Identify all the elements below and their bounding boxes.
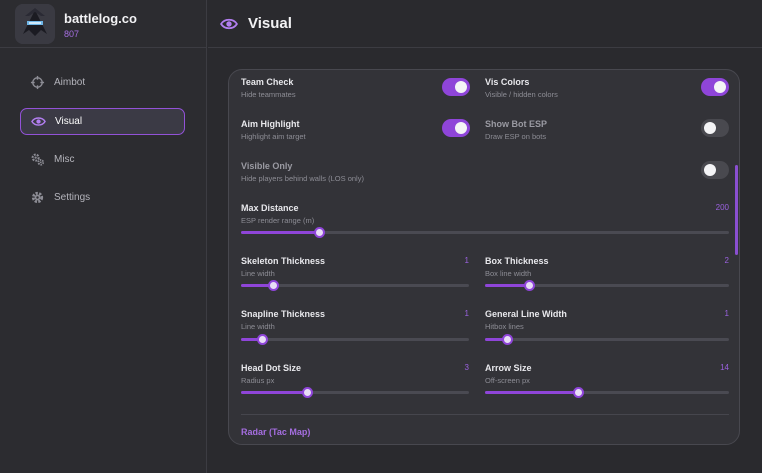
setting-title: Visible Only bbox=[241, 161, 293, 171]
setting-description: ESP render range (m) bbox=[241, 216, 315, 225]
radar-section-link[interactable]: Radar (Tac Map) bbox=[241, 427, 310, 437]
setting-description: Hide teammates bbox=[241, 90, 296, 99]
slider-thumb[interactable] bbox=[302, 387, 314, 398]
setting-description: Visible / hidden colors bbox=[485, 90, 558, 99]
setting-title: Team Check bbox=[241, 77, 294, 87]
setting-max-distance: Max Distance ESP render range (m) 200 bbox=[241, 203, 729, 225]
sidebar: battlelog.co 807 Aimbot Visual Misc Sett… bbox=[0, 0, 207, 473]
setting-description: Highlight aim target bbox=[241, 132, 306, 141]
visible-only-toggle[interactable] bbox=[701, 161, 729, 179]
setting-value: 1 bbox=[464, 309, 469, 318]
setting-value: 2 bbox=[724, 256, 729, 265]
setting-description: Line width bbox=[241, 322, 275, 331]
setting-box-thickness: Box Thickness Box line width 2 bbox=[485, 256, 729, 278]
setting-show-bot-esp: Show Bot ESP Draw ESP on bots bbox=[485, 119, 547, 141]
section-divider bbox=[241, 414, 729, 415]
setting-visible-only: Visible Only Hide players behind walls (… bbox=[241, 161, 364, 183]
page-header: Visual bbox=[208, 0, 762, 48]
brand-header: battlelog.co 807 bbox=[0, 0, 207, 48]
arrow-size-slider[interactable] bbox=[485, 387, 729, 398]
setting-vis-colors: Vis Colors Visible / hidden colors bbox=[485, 77, 558, 99]
max-distance-slider[interactable] bbox=[241, 227, 729, 238]
brand-name: battlelog.co bbox=[64, 11, 137, 26]
setting-title: Snapline Thickness bbox=[241, 309, 326, 319]
setting-value: 1 bbox=[724, 309, 729, 318]
setting-description: Draw ESP on bots bbox=[485, 132, 547, 141]
setting-description: Hitbox lines bbox=[485, 322, 524, 331]
snapline-thickness-slider[interactable] bbox=[241, 334, 469, 345]
slider-thumb[interactable] bbox=[501, 334, 513, 345]
setting-general-line-width: General Line Width Hitbox lines 1 bbox=[485, 309, 729, 331]
slider-thumb[interactable] bbox=[256, 334, 268, 345]
sidebar-item-aimbot[interactable]: Aimbot bbox=[20, 69, 185, 96]
sidebar-item-label: Misc bbox=[54, 154, 75, 165]
setting-head-dot-size: Head Dot Size Radius px 3 bbox=[241, 363, 469, 385]
show-bot-esp-toggle[interactable] bbox=[701, 119, 729, 137]
sidebar-item-visual[interactable]: Visual bbox=[20, 108, 185, 135]
logo-icon bbox=[15, 4, 55, 44]
setting-value: 1 bbox=[464, 256, 469, 265]
setting-aim-highlight: Aim Highlight Highlight aim target bbox=[241, 119, 306, 141]
setting-value: 3 bbox=[464, 363, 469, 372]
setting-title: Vis Colors bbox=[485, 77, 530, 87]
box-thickness-slider[interactable] bbox=[485, 280, 729, 291]
setting-snapline-thickness: Snapline Thickness Line width 1 bbox=[241, 309, 469, 331]
team-check-toggle[interactable] bbox=[442, 78, 470, 96]
setting-team-check: Team Check Hide teammates bbox=[241, 77, 296, 99]
setting-title: General Line Width bbox=[485, 309, 567, 319]
setting-description: Line width bbox=[241, 269, 275, 278]
eye-icon bbox=[220, 18, 238, 29]
setting-skeleton-thickness: Skeleton Thickness Line width 1 bbox=[241, 256, 469, 278]
vis-colors-toggle[interactable] bbox=[701, 78, 729, 96]
sidebar-item-settings[interactable]: Settings bbox=[20, 184, 185, 211]
head-dot-size-slider[interactable] bbox=[241, 387, 469, 398]
gears-icon bbox=[31, 153, 45, 166]
setting-description: Box line width bbox=[485, 269, 532, 278]
setting-value: 200 bbox=[715, 203, 729, 212]
scrollbar[interactable] bbox=[735, 165, 738, 255]
setting-description: Radius px bbox=[241, 376, 275, 385]
sidebar-item-label: Visual bbox=[55, 116, 83, 127]
setting-title: Box Thickness bbox=[485, 256, 549, 266]
setting-description: Hide players behind walls (LOS only) bbox=[241, 174, 364, 183]
sidebar-item-misc[interactable]: Misc bbox=[20, 146, 185, 173]
setting-value: 14 bbox=[720, 363, 729, 372]
setting-title: Aim Highlight bbox=[241, 119, 300, 129]
slider-thumb[interactable] bbox=[572, 387, 584, 398]
setting-title: Show Bot ESP bbox=[485, 119, 548, 129]
sidebar-item-label: Settings bbox=[54, 192, 91, 203]
setting-arrow-size: Arrow Size Off-screen px 14 bbox=[485, 363, 729, 385]
setting-title: Max Distance bbox=[241, 203, 299, 213]
setting-title: Head Dot Size bbox=[241, 363, 302, 373]
gear-icon bbox=[31, 191, 44, 204]
skeleton-thickness-slider[interactable] bbox=[241, 280, 469, 291]
sidebar-item-label: Aimbot bbox=[54, 77, 86, 88]
setting-title: Arrow Size bbox=[485, 363, 532, 373]
slider-thumb[interactable] bbox=[267, 280, 279, 291]
general-line-width-slider[interactable] bbox=[485, 334, 729, 345]
brand-sub: 807 bbox=[64, 29, 80, 39]
setting-description: Off-screen px bbox=[485, 376, 530, 385]
settings-panel[interactable]: Team Check Hide teammates Vis Colors Vis… bbox=[228, 69, 740, 445]
eye-icon bbox=[31, 117, 46, 126]
avatar bbox=[15, 4, 55, 44]
page-title: Visual bbox=[248, 15, 292, 32]
aim-highlight-toggle[interactable] bbox=[442, 119, 470, 137]
slider-thumb[interactable] bbox=[523, 280, 535, 291]
setting-title: Skeleton Thickness bbox=[241, 256, 326, 266]
crosshair-icon bbox=[30, 75, 45, 90]
slider-thumb[interactable] bbox=[314, 227, 326, 238]
